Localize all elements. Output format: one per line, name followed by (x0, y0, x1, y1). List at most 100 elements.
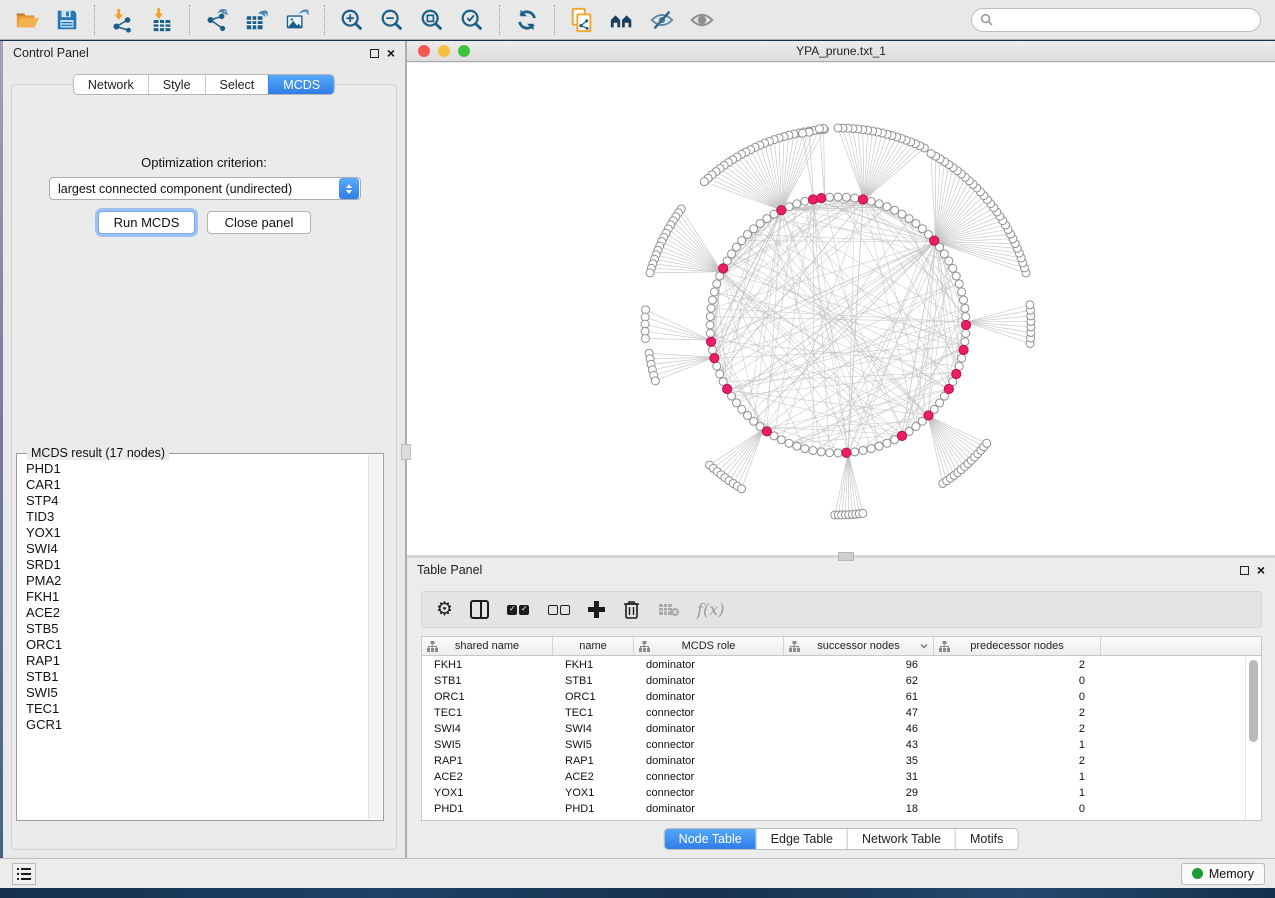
column-header-name[interactable]: name (553, 637, 634, 655)
zoom-in-icon[interactable] (337, 5, 367, 35)
clone-network-icon[interactable] (567, 5, 597, 35)
table-row[interactable]: FKH1FKH1dominator962 (422, 657, 1245, 673)
table-cell: RAP1 (422, 753, 553, 769)
import-network-icon[interactable] (107, 5, 137, 35)
add-column-icon[interactable] (588, 598, 605, 622)
horizontal-splitter-handle[interactable] (838, 552, 854, 561)
table-cell: 18 (784, 801, 934, 817)
table-cell: ORC1 (553, 689, 634, 705)
table-row[interactable]: TEC1TEC1connector472 (422, 705, 1245, 721)
column-header-shared-name[interactable]: shared name (422, 637, 553, 655)
control-panel-header: Control Panel × (3, 41, 405, 65)
list-item[interactable]: CAR1 (26, 477, 368, 493)
table-scrollbar[interactable] (1245, 657, 1261, 820)
list-item[interactable]: PHD1 (26, 461, 368, 477)
tab-mcds[interactable]: MCDS (268, 75, 334, 94)
tab-network[interactable]: Network (74, 75, 148, 94)
tab-motifs[interactable]: Motifs (955, 829, 1017, 849)
float-panel-icon[interactable] (1240, 566, 1249, 575)
search-field[interactable] (971, 8, 1261, 32)
list-item[interactable]: PMA2 (26, 573, 368, 589)
delete-column-icon[interactable] (622, 598, 641, 622)
list-item[interactable]: STP4 (26, 493, 368, 509)
control-panel: Control Panel × NetworkStyleSelectMCDS O… (3, 41, 405, 858)
table-settings-icon[interactable]: ⚙ (436, 598, 453, 622)
table-row[interactable]: ACE2ACE2connector311 (422, 769, 1245, 785)
open-file-icon[interactable] (12, 5, 42, 35)
column-header-MCDS-role[interactable]: MCDS role (634, 637, 784, 655)
network-canvas[interactable] (407, 63, 1275, 555)
list-item[interactable]: GCR1 (26, 717, 368, 733)
table-cell: connector (634, 785, 784, 801)
column-header-successor-nodes[interactable]: successor nodes (784, 637, 934, 655)
export-network-icon[interactable] (202, 5, 232, 35)
refresh-icon[interactable] (512, 5, 542, 35)
list-item[interactable]: FKH1 (26, 589, 368, 605)
tab-edge-table[interactable]: Edge Table (756, 829, 847, 849)
table-row[interactable]: PHD1PHD1dominator180 (422, 801, 1245, 817)
table-cell: connector (634, 769, 784, 785)
close-panel-icon[interactable]: × (387, 48, 395, 58)
task-history-button[interactable] (12, 863, 36, 885)
list-item[interactable]: ORC1 (26, 637, 368, 653)
table-cell: ORC1 (422, 689, 553, 705)
criterion-select[interactable]: largest connected component (undirected) (49, 177, 361, 200)
function-builder-icon[interactable]: f(x) (697, 598, 724, 622)
save-session-icon[interactable] (52, 5, 82, 35)
table-cell: SWI5 (553, 737, 634, 753)
import-table-icon[interactable] (147, 5, 177, 35)
float-panel-icon[interactable] (370, 49, 379, 58)
table-row[interactable]: ORC1ORC1dominator610 (422, 689, 1245, 705)
list-item[interactable]: SRD1 (26, 557, 368, 573)
table-cell: 31 (784, 769, 934, 785)
unselect-all-columns-icon[interactable] (547, 598, 571, 622)
list-item[interactable]: TEC1 (26, 701, 368, 717)
list-item[interactable]: ACE2 (26, 605, 368, 621)
zoom-out-icon[interactable] (377, 5, 407, 35)
table-row[interactable]: SWI5SWI5connector431 (422, 737, 1245, 753)
list-icon (17, 868, 31, 880)
mcds-list-scrollbar[interactable] (368, 455, 382, 819)
run-mcds-button[interactable]: Run MCDS (98, 211, 195, 234)
table-row[interactable]: STB1STB1dominator620 (422, 673, 1245, 689)
column-header-predecessor-nodes[interactable]: predecessor nodes (934, 637, 1101, 655)
tab-select[interactable]: Select (205, 75, 269, 94)
select-stepper-icon (339, 178, 359, 199)
column-layout-icon[interactable] (470, 598, 489, 622)
list-item[interactable]: SWI5 (26, 685, 368, 701)
show-all-icon[interactable] (687, 5, 717, 35)
table-cell: dominator (634, 689, 784, 705)
list-item[interactable]: SWI4 (26, 541, 368, 557)
first-neighbors-icon[interactable] (607, 5, 637, 35)
vertical-splitter-handle[interactable] (401, 444, 411, 460)
select-all-columns-icon[interactable] (506, 598, 530, 622)
list-item[interactable]: YOX1 (26, 525, 368, 541)
list-item[interactable]: STB5 (26, 621, 368, 637)
zoom-fit-icon[interactable] (417, 5, 447, 35)
delete-table-icon[interactable] (658, 598, 680, 622)
table-cell: dominator (634, 721, 784, 737)
list-item[interactable]: TID3 (26, 509, 368, 525)
table-cell: connector (634, 737, 784, 753)
close-panel-icon[interactable]: × (1257, 565, 1265, 575)
close-panel-button[interactable]: Close panel (207, 211, 311, 234)
table-cell: 47 (784, 705, 934, 721)
export-table-icon[interactable] (242, 5, 272, 35)
table-cell: PHD1 (422, 801, 553, 817)
list-item[interactable]: RAP1 (26, 653, 368, 669)
table-row[interactable]: YOX1YOX1connector291 (422, 785, 1245, 801)
table-row[interactable]: SWI4SWI4dominator462 (422, 721, 1245, 737)
tab-network-table[interactable]: Network Table (847, 829, 955, 849)
search-input[interactable] (998, 10, 1260, 30)
tab-style[interactable]: Style (148, 75, 205, 94)
memory-button[interactable]: Memory (1181, 863, 1265, 885)
table-row[interactable]: RAP1RAP1dominator352 (422, 753, 1245, 769)
table-panel-header: Table Panel × (407, 558, 1275, 582)
tab-node-table[interactable]: Node Table (665, 829, 756, 849)
network-graph[interactable] (407, 63, 1275, 555)
hide-selected-icon[interactable] (647, 5, 677, 35)
table-scrollbar-thumb[interactable] (1249, 660, 1258, 742)
export-image-icon[interactable] (282, 5, 312, 35)
zoom-selected-icon[interactable] (457, 5, 487, 35)
list-item[interactable]: STB1 (26, 669, 368, 685)
